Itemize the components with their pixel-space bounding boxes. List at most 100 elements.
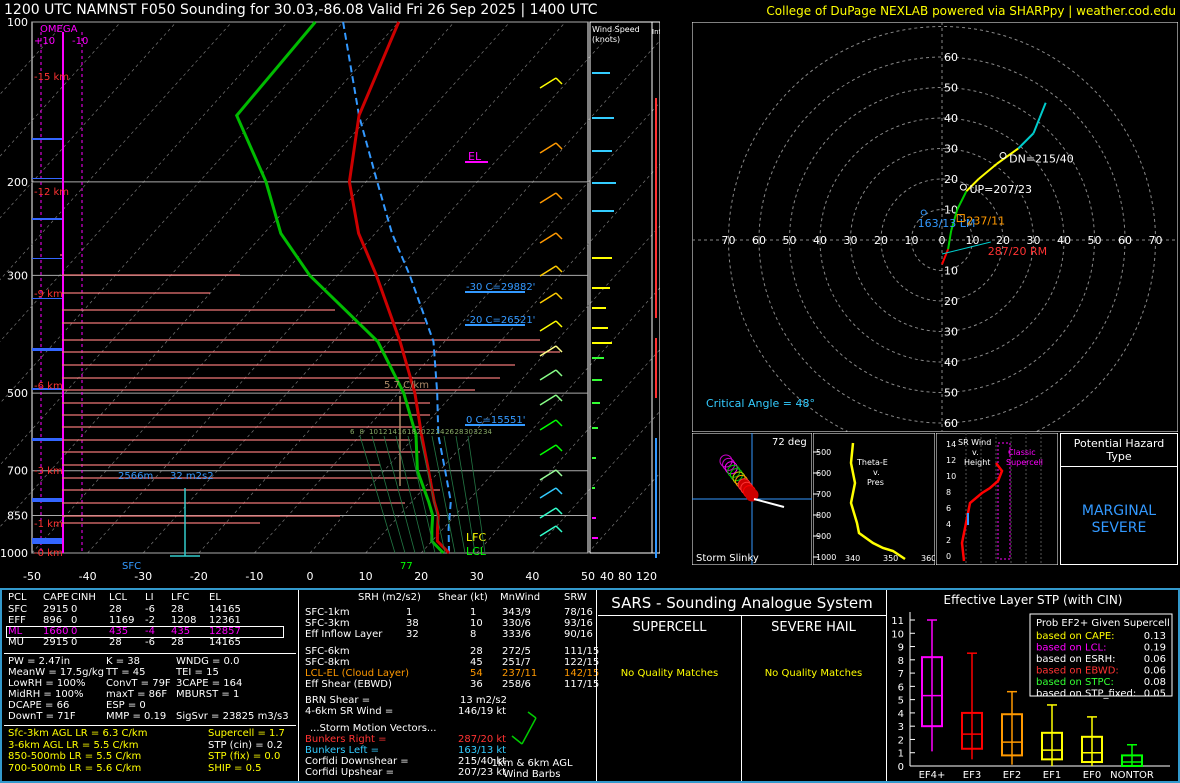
index-value: PW = 2.47in [8,656,71,667]
stp-y-tick: 0 [898,762,904,773]
sfc-temp: 77 [400,561,413,572]
temperature-trace [347,21,451,555]
lapse-rate: 700-500mb LR = 5.6 C/km [8,762,142,774]
sr-wind-panel: 14 12 10 8 6 4 2 0 SR Windv.Height ClassicSuperce… [936,433,1058,565]
divider [596,590,597,781]
omega-scale-plus: +10 [34,36,55,47]
storm-motion-label: Corfidi Downshear = [305,756,409,767]
hodo-trace [1032,117,1041,134]
theta-title: Theta-E [856,458,888,467]
wind-speed-title: Wind Speed [592,25,640,34]
height-label: -1 km [34,519,63,530]
wind-barb-flag [555,369,563,377]
wind-barb [539,292,557,304]
up-label: UP=207/23 [969,183,1032,196]
theta-frame [813,433,935,565]
lapse-rates: Sfc-3km AGL LR = 6.3 C/km 3-6km AGL LR = … [8,728,208,774]
wind-barb-flag [555,292,563,300]
sars-hail-matches: No Quality Matches [764,668,863,679]
kinematics-shear: 36 [470,679,483,690]
stp-panel: Effective Layer STP (with CIN) 0 1 2 3 4 5 6 7 8 9… [891,593,1173,781]
srw-y-tick: 14 [946,440,956,449]
barb-label-1: 1km & 6km AGL [491,758,573,769]
stp-title: Effective Layer STP (with CIN) [944,593,1123,607]
theta-x-tick: 340 [845,554,860,563]
hodo-y-tick: 30 [944,143,958,156]
wind-barb [539,265,557,277]
cloud-mean-label: 237/11 [966,215,1005,228]
hodo-y-tick: 50 [944,82,958,95]
hodo-y-tick: 40 [944,356,958,369]
kinematics-srw: 90/16 [564,629,593,640]
stp-y-tick: 10 [891,629,904,640]
kinematics-shear: 45 [470,657,483,668]
srw-y-tick: 6 [946,504,951,513]
kinematics-shear: 10 [470,618,483,629]
theta-x-tick: 350 [883,554,898,563]
lapse-rate: 850-500mb LR = 5.5 C/km [8,751,142,762]
composite-index: STP (fix) = 0.0 [208,751,281,762]
lapse-tick: 32 [474,428,483,436]
height-label: -15 km [34,72,69,83]
stp-legend-value: 0.19 [1144,643,1166,654]
omega-bar [32,538,62,544]
lapse-tick: 34 [483,428,492,436]
index-value: MeanW = 17.5g/kg [8,667,104,678]
wind-barb [539,232,557,244]
stp-legend-label: based on CAPE: [1036,631,1115,642]
parcel-row: 1169 [109,615,135,626]
lapse-guide [431,435,456,554]
hazard-value: MARGINAL SEVERE [1081,503,1157,536]
composite-index: Supercell = 1.7 [208,728,285,739]
stp-y-tick: 1 [898,749,904,760]
kinematics-mnwind: 237/11 [502,668,538,679]
temp-tick: -20 [190,570,208,583]
hodo-x-tick: 60 [752,234,766,247]
wind-barb-flag [555,507,563,515]
theta-y-tick: 1000 [816,553,836,562]
lcl-label: LCL [466,545,487,558]
srw-classic-1: Classic [1008,448,1036,457]
dn-marker [999,152,1007,159]
omega-bar [32,138,62,140]
wind-barb [539,320,557,332]
wind-barb [539,394,557,406]
srw-title-v: v. [972,448,979,457]
parcel-header: LCL [109,592,128,603]
pressure-tick: 850 [7,510,28,523]
parcel-row: 2915 [43,637,69,648]
kinematics-shear: 8 [470,629,477,640]
lapse-tick: 14 [388,428,397,436]
omega-bar [32,218,62,220]
sars-supercell-matches: No Quality Matches [620,668,719,679]
temp-tick: 30 [470,570,484,583]
stp-y-tick: 3 [898,722,904,733]
kinematics-srw: 111/15 [564,646,600,657]
kinematics-label: SFC-3km [305,618,350,629]
srw-frame [936,433,1058,565]
height-label: -9 km [34,289,63,300]
hodo-y-tick: 60 [944,51,958,64]
parcel-row: MU [8,637,24,648]
temp-tick: -50 [23,570,41,583]
temp-tick: -10 [245,570,263,583]
omega-scale-minus: -10 [72,36,88,47]
hodo-y-tick: 20 [944,173,958,186]
credit-text: College of DuPage NEXLAB powered via SHA… [766,4,1176,18]
index-value: K = 38 [106,656,141,667]
divider [741,615,742,781]
hodo-x-tick: 40 [813,234,827,247]
stp-y-tick: 8 [898,656,904,667]
lapse-tick: 20 [417,428,426,436]
wind-barb [539,419,557,431]
pressure-tick: 1000 [0,547,28,560]
wind-barb [539,444,557,456]
parcel-header: LFC [171,592,190,603]
theta-title-pres: Pres [867,478,884,487]
height-label: -3 km [34,466,63,477]
srw-y-tick: 12 [946,456,956,465]
srw-y-tick: 10 [946,472,956,481]
kinematics-label: SFC-6km [305,646,350,657]
srw-y-tick: 8 [946,488,951,497]
kinematics-srh: 32 [406,629,419,640]
